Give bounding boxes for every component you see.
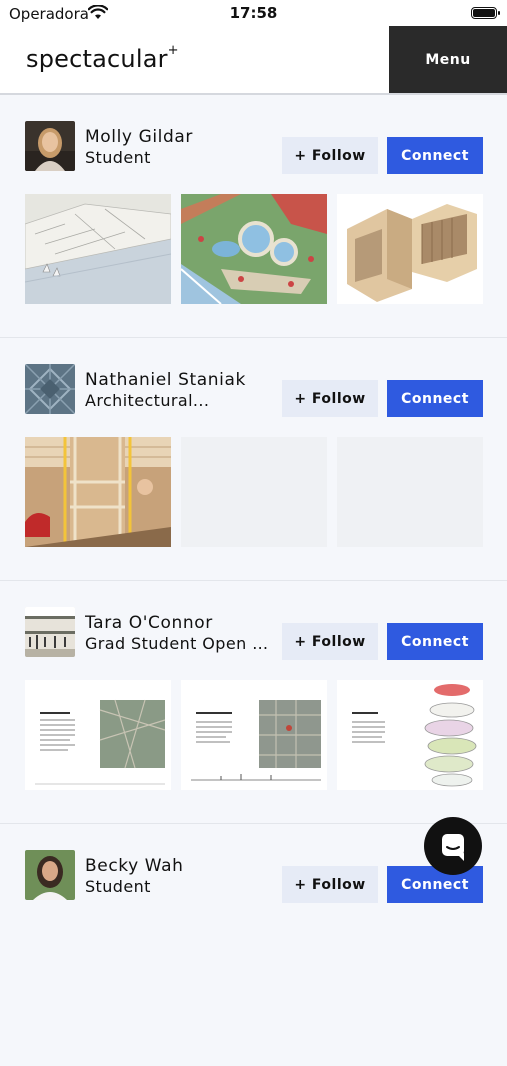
follow-button[interactable]: + Follow — [282, 137, 378, 174]
project-thumbnail[interactable] — [337, 437, 483, 547]
profile-role: Architectural... — [85, 391, 210, 410]
avatar[interactable] — [25, 850, 75, 900]
project-thumbnail[interactable] — [181, 680, 327, 790]
project-thumbnail[interactable] — [337, 680, 483, 790]
status-bar: Operadora 17:58 — [0, 0, 507, 26]
status-time: 17:58 — [229, 4, 278, 22]
profile-name[interactable]: Tara O'Connor — [85, 613, 213, 633]
project-thumbnails — [25, 680, 483, 790]
profile-role: Student — [85, 877, 151, 896]
profile-name[interactable]: Becky Wah — [85, 856, 184, 876]
follow-button[interactable]: + Follow — [282, 866, 378, 903]
profile-card: Tara O'Connor Grad Student Open t... + F… — [0, 580, 507, 823]
project-thumbnail[interactable] — [181, 194, 327, 304]
brand-name: spectacular — [26, 45, 168, 73]
project-thumbnail[interactable] — [25, 680, 171, 790]
menu-button[interactable]: Menu — [389, 26, 507, 93]
avatar[interactable] — [25, 607, 75, 657]
battery-icon — [471, 7, 500, 19]
brand-logo[interactable]: spectacular+ — [26, 43, 179, 73]
project-thumbnail[interactable] — [25, 437, 171, 547]
profile-name[interactable]: Nathaniel Staniak — [85, 370, 246, 390]
follow-button[interactable]: + Follow — [282, 623, 378, 660]
chat-icon — [424, 834, 482, 878]
connect-button[interactable]: Connect — [387, 623, 483, 660]
brand-mark: + — [167, 43, 179, 58]
profile-role: Grad Student Open t... — [85, 634, 270, 653]
connect-button[interactable]: Connect — [387, 137, 483, 174]
project-thumbnail[interactable] — [25, 194, 171, 304]
profile-card: Molly Gildar Student + Follow Connect — [0, 95, 507, 337]
project-thumbnail[interactable] — [181, 437, 327, 547]
follow-button[interactable]: + Follow — [282, 380, 378, 417]
profile-role: Student — [85, 148, 151, 167]
connect-button[interactable]: Connect — [387, 380, 483, 417]
avatar[interactable] — [25, 121, 75, 171]
avatar[interactable] — [25, 364, 75, 414]
project-thumbnails — [25, 194, 483, 304]
project-thumbnails — [25, 437, 483, 547]
profile-card: Nathaniel Staniak Architectural... + Fol… — [0, 337, 507, 580]
app-header: spectacular+ Menu — [0, 26, 507, 95]
profile-name[interactable]: Molly Gildar — [85, 127, 193, 147]
people-feed: Molly Gildar Student + Follow Connect Na… — [0, 95, 507, 1066]
chat-button[interactable] — [424, 817, 482, 875]
project-thumbnail[interactable] — [337, 194, 483, 304]
